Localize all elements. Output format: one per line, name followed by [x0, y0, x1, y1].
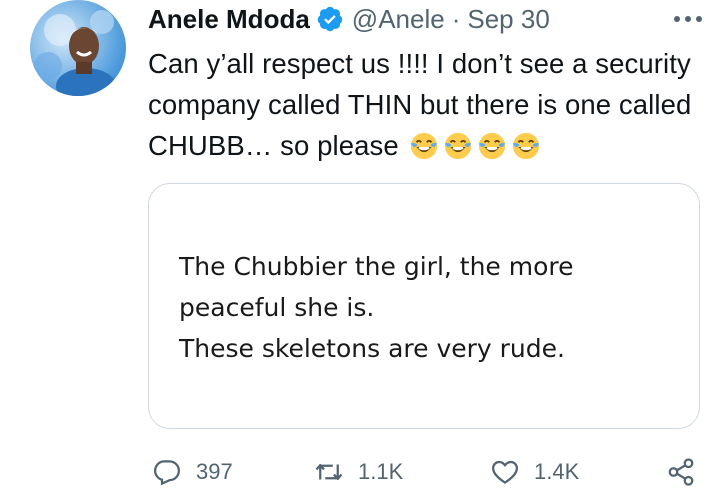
- like-count: 1.4K: [534, 459, 580, 484]
- tweet-text: Can y’all respect us !!!! I don’t see a …: [148, 43, 708, 166]
- face-with-tears-of-joy-icon: [444, 132, 471, 160]
- retweet-count: 1.1K: [358, 459, 404, 484]
- avatar-photo: [34, 10, 116, 96]
- card-line: The Chubbier the girl, the more: [179, 252, 574, 281]
- face-with-tears-of-joy-icon: [512, 132, 539, 160]
- share-button[interactable]: [666, 452, 696, 492]
- reply-count: 397: [196, 459, 233, 484]
- author-name[interactable]: Anele Mdoda: [148, 4, 310, 35]
- reply-button[interactable]: 397: [152, 452, 233, 492]
- author-handle[interactable]: @Anele: [352, 4, 445, 35]
- retweet-icon: [315, 464, 343, 480]
- card-line: peaceful she is.: [179, 293, 375, 322]
- tweet-actions: 397 1.1K 1.4K: [0, 452, 720, 492]
- share-icon: [668, 458, 694, 486]
- tweet-header: Anele Mdoda @Anele · Sep 30: [148, 2, 550, 36]
- verified-badge-icon: [317, 6, 343, 32]
- more-icon[interactable]: [668, 10, 708, 28]
- card-line: These skeletons are very rude.: [179, 334, 565, 363]
- heart-icon: [491, 460, 519, 484]
- avatar[interactable]: [30, 0, 126, 96]
- separator-dot: ·: [451, 3, 461, 34]
- retweet-button[interactable]: 1.1K: [314, 452, 403, 492]
- reply-icon: [153, 460, 181, 486]
- card-text: The Chubbier the girl, the more peaceful…: [179, 246, 679, 369]
- tweet-date[interactable]: Sep 30: [467, 4, 549, 35]
- like-button[interactable]: 1.4K: [490, 452, 579, 492]
- face-with-tears-of-joy-icon: [410, 132, 437, 160]
- face-with-tears-of-joy-icon: [478, 132, 505, 160]
- embedded-image-card[interactable]: The Chubbier the girl, the more peaceful…: [148, 183, 700, 429]
